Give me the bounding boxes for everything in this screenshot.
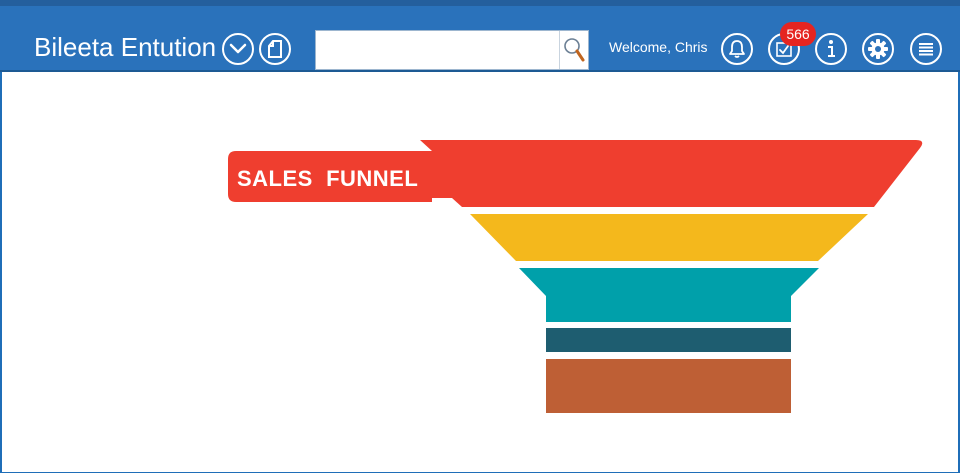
funnel-stage-3[interactable] bbox=[519, 268, 819, 322]
chevron-down-icon[interactable] bbox=[222, 33, 254, 65]
top-header-bar: Bileeta Entution Welcome, Chris 566 bbox=[0, 0, 960, 72]
search-box bbox=[315, 30, 589, 70]
search-input[interactable] bbox=[316, 31, 560, 69]
funnel-stage-1[interactable] bbox=[420, 140, 923, 207]
sales-funnel-chart bbox=[228, 140, 923, 413]
document-icon[interactable] bbox=[259, 33, 291, 65]
funnel-stage-5[interactable] bbox=[546, 359, 791, 413]
welcome-text: Welcome, Chris bbox=[609, 39, 708, 55]
menu-icon[interactable] bbox=[910, 33, 942, 65]
bell-icon[interactable] bbox=[721, 33, 753, 65]
tasks-count-badge: 566 bbox=[780, 22, 816, 46]
funnel-stage-2[interactable] bbox=[470, 214, 868, 261]
funnel-stage-4[interactable] bbox=[546, 328, 791, 352]
search-icon[interactable] bbox=[559, 31, 588, 69]
gear-icon[interactable] bbox=[862, 33, 894, 65]
info-icon[interactable] bbox=[815, 33, 847, 65]
funnel-title: SALES FUNNEL bbox=[237, 166, 419, 191]
app-title: Bileeta Entution bbox=[34, 32, 217, 62]
